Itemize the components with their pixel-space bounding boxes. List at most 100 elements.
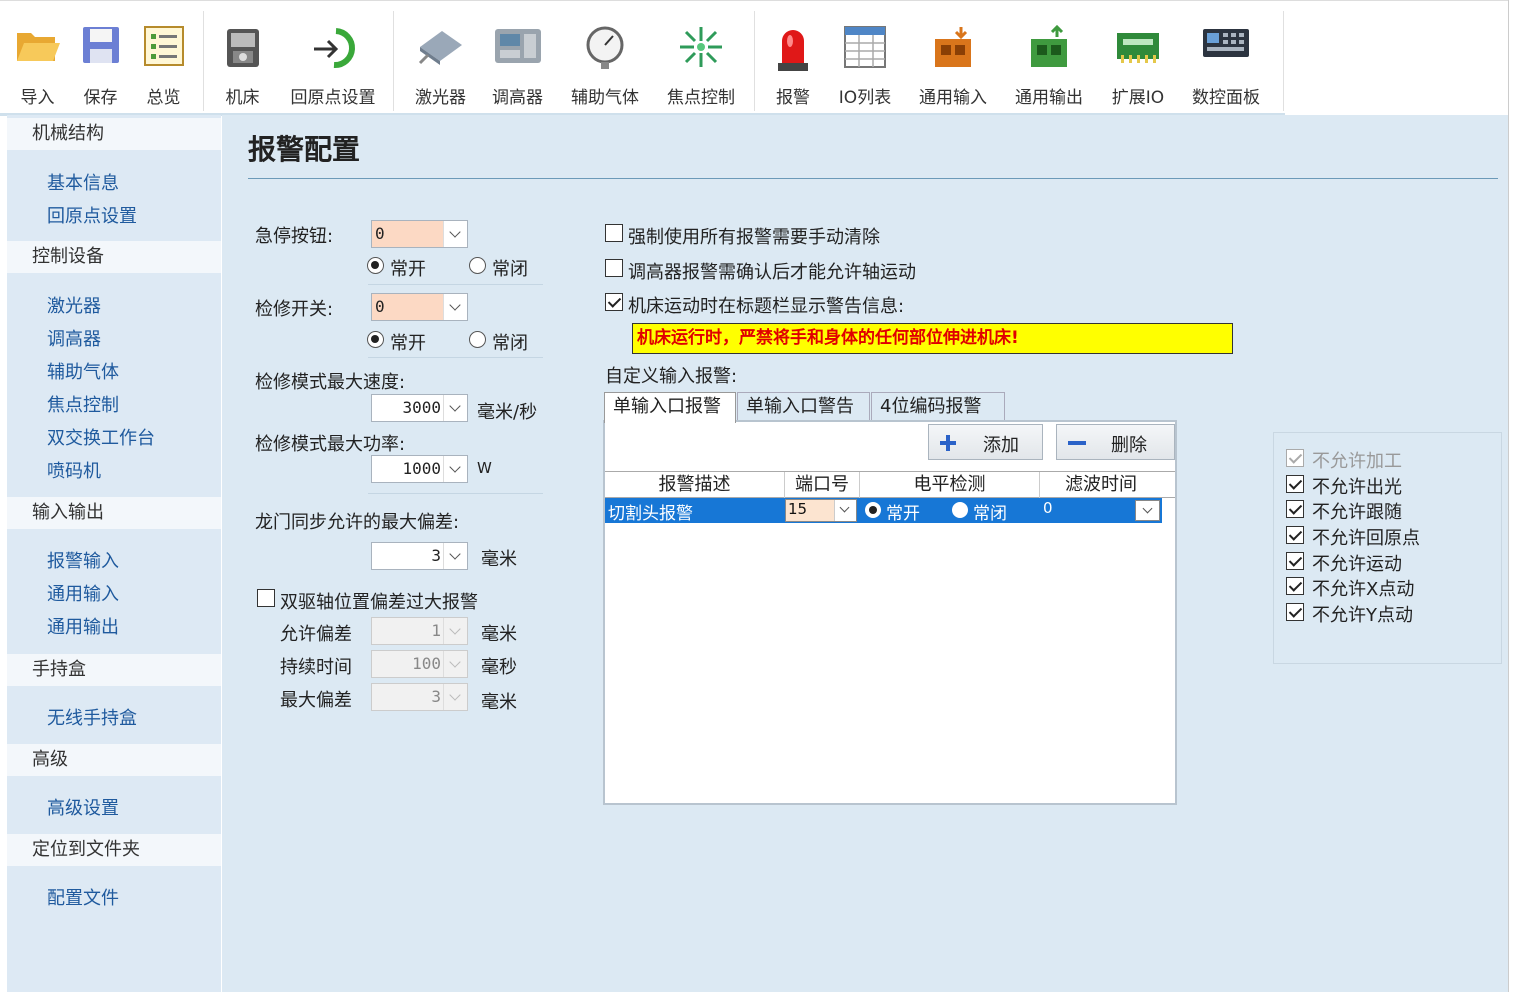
navigation-sidebar: 机械结构 基本信息 回原点设置 控制设备 激光器 调高器 辅助气体 焦点控制 双… [7,115,221,992]
column-header-description[interactable]: 报警描述 [605,472,785,498]
toolbar-separator [203,11,204,111]
chevron-down-icon[interactable] [834,500,856,521]
overview-button[interactable]: 总览 [136,1,191,113]
sidebar-group-io[interactable]: 输入输出 [7,497,221,529]
max-power-unit: W [477,459,492,477]
height-controller-icon [494,29,541,63]
max-deviation-label: 最大偏差 [280,690,352,711]
sidebar-group-locate-folder[interactable]: 定位到文件夹 [7,834,221,866]
sidebar-group-advanced[interactable]: 高级 [7,744,221,776]
sidebar-item-laser[interactable]: 激光器 [47,292,101,318]
sidebar-item-general-output[interactable]: 通用输出 [47,613,119,639]
restriction-checkbox[interactable] [1286,449,1304,467]
return-origin-settings-button[interactable]: 回原点设置 [283,1,383,113]
dual-drive-alarm-checkbox[interactable] [257,589,275,607]
maintenance-switch-port-select[interactable]: 0 [371,293,468,321]
add-alarm-button[interactable]: 添加 [928,424,1043,460]
chevron-down-icon[interactable] [1135,500,1160,521]
maintenance-normally-closed-radio[interactable] [469,331,486,348]
sidebar-item-inkjet[interactable]: 喷码机 [47,457,101,483]
titlebar-warning-checkbox[interactable] [605,293,623,311]
restriction-checkbox[interactable] [1286,475,1304,493]
chevron-down-icon[interactable] [443,456,467,482]
alarm-button[interactable]: 报警 [767,1,819,113]
row-normally-closed-radio[interactable] [952,502,968,518]
force-manual-clear-checkbox[interactable] [605,224,623,242]
delete-alarm-button[interactable]: 删除 [1056,424,1175,460]
tab-single-input-alarm[interactable]: 单输入口报警 [604,392,736,423]
assist-gas-button[interactable]: 辅助气体 [564,1,646,113]
max-speed-select[interactable]: 3000 [371,394,468,422]
chevron-down-icon[interactable] [443,221,467,247]
height-controller-button[interactable]: 调高器 [485,1,550,113]
sidebar-group-handheld[interactable]: 手持盒 [7,654,221,686]
sidebar-group-mechanical[interactable]: 机械结构 [7,118,221,150]
allow-deviation-select[interactable]: 1 [371,617,468,645]
chevron-down-icon[interactable] [443,543,467,569]
restriction-checkbox[interactable] [1286,500,1304,518]
list-overview-icon [143,26,184,66]
restriction-checkbox[interactable] [1286,577,1304,595]
chevron-down-icon[interactable] [443,395,467,421]
duration-select[interactable]: 100 [371,650,468,678]
warning-message-input[interactable]: 机床运行时，严禁将手和身体的任何部位伸进机床! [632,323,1233,354]
general-input-icon [935,27,971,67]
chevron-down-icon[interactable] [443,618,467,644]
divider [368,284,543,285]
sidebar-item-dual-worktable[interactable]: 双交换工作台 [47,424,155,450]
chevron-down-icon[interactable] [443,294,467,320]
estop-normally-open-radio[interactable] [367,257,384,274]
return-origin-icon [314,28,355,69]
folder-open-icon [16,33,60,61]
estop-normally-closed-radio[interactable] [469,257,486,274]
import-button[interactable]: 导入 [10,1,65,113]
general-output-button[interactable]: 通用输出 [1008,1,1090,113]
alarm-description-cell[interactable]: 切割头报警 [608,499,693,524]
save-button[interactable]: 保存 [73,1,128,113]
sidebar-item-advanced-settings[interactable]: 高级设置 [47,794,119,820]
restriction-checkbox[interactable] [1286,603,1304,621]
window-edge [1508,0,1515,992]
port-select[interactable]: 15 [785,499,857,522]
io-list-button[interactable]: IO列表 [830,1,900,113]
sidebar-item-assist-gas[interactable]: 辅助气体 [47,358,119,384]
estop-normally-closed-label: 常闭 [492,259,528,280]
sidebar-item-alarm-input[interactable]: 报警输入 [47,547,119,573]
maintenance-normally-open-radio[interactable] [367,331,384,348]
sidebar-item-config-file[interactable]: 配置文件 [47,884,119,910]
sidebar-item-height-controller[interactable]: 调高器 [47,325,101,351]
machine-button[interactable]: 机床 [215,1,270,113]
focus-control-button[interactable]: 焦点控制 [661,1,741,113]
row-normally-open-radio[interactable] [865,502,881,518]
column-header-level-detect[interactable]: 电平检测 [860,472,1040,498]
restriction-checkbox[interactable] [1286,552,1304,570]
extension-io-button[interactable]: 扩展IO [1104,1,1172,113]
sidebar-item-general-input[interactable]: 通用输入 [47,580,119,606]
restriction-checkbox[interactable] [1286,526,1304,544]
column-header-port[interactable]: 端口号 [785,472,860,498]
sidebar-item-basic-info[interactable]: 基本信息 [47,169,119,195]
max-deviation-select[interactable]: 3 [371,683,468,711]
chevron-down-icon[interactable] [443,651,467,677]
filter-time-value[interactable]: 0 [1043,499,1053,517]
height-alarm-confirm-checkbox[interactable] [605,259,623,277]
estop-normally-open-label: 常开 [390,259,426,280]
estop-port-select[interactable]: 0 [371,220,468,248]
main-toolbar: 导入 保存 总览 机床 回原点设置 激光器 调高器 辅助气体 焦点控制 报警 I… [0,0,1510,116]
sidebar-item-wireless-handheld[interactable]: 无线手持盒 [47,704,137,730]
table-row[interactable]: 切割头报警 15 常开 常闭 0 [605,498,1162,524]
toolbar-separator [754,11,755,111]
sidebar-item-return-origin[interactable]: 回原点设置 [47,202,137,228]
column-header-filter-time[interactable]: 滤波时间 [1040,472,1162,498]
laser-button[interactable]: 激光器 [408,1,473,113]
allow-deviation-label: 允许偏差 [280,624,352,645]
sidebar-group-control-devices[interactable]: 控制设备 [7,241,221,273]
general-input-button[interactable]: 通用输入 [912,1,994,113]
tab-4bit-code-alarm[interactable]: 4位编码报警 [871,392,1005,422]
cnc-panel-button[interactable]: 数控面板 [1185,1,1267,113]
sidebar-item-focus-control[interactable]: 焦点控制 [47,391,119,417]
chevron-down-icon[interactable] [443,684,467,710]
max-power-select[interactable]: 1000 [371,455,468,483]
tab-single-input-warning[interactable]: 单输入口警告 [737,392,870,422]
gantry-deviation-select[interactable]: 3 [371,542,468,570]
